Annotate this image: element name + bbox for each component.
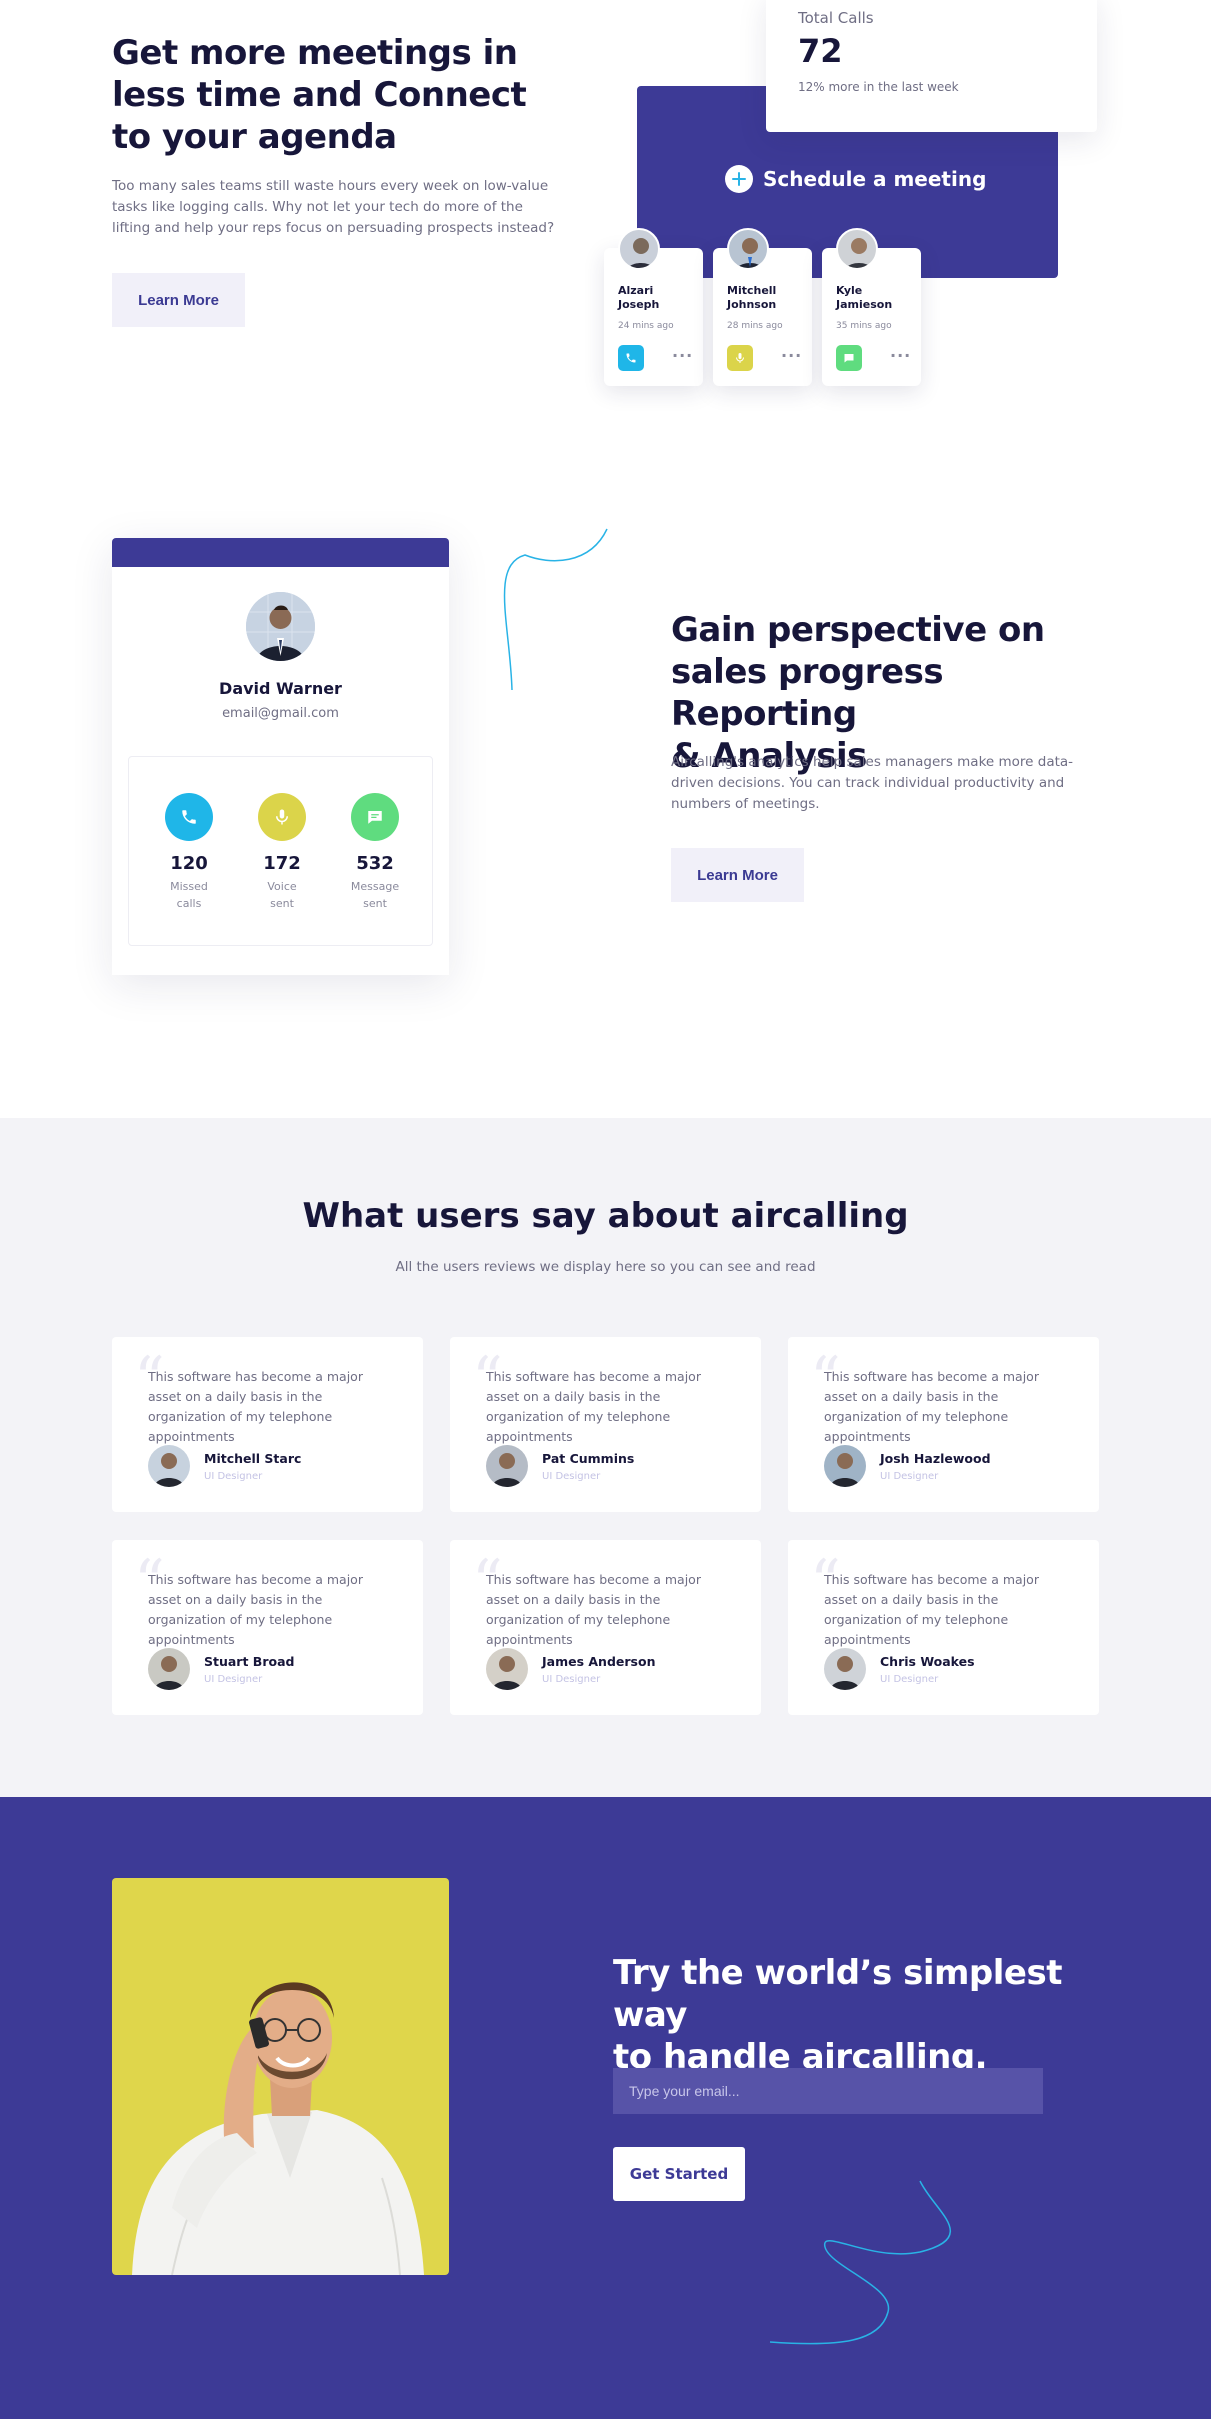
reviewer-role: UI Designer — [204, 1674, 263, 1685]
review-text: This software has become a major asset o… — [486, 1572, 701, 1647]
stat-label: Voice sent — [267, 880, 297, 910]
more-options-icon[interactable]: ··· — [672, 346, 693, 365]
call-time: 24 mins ago — [618, 321, 674, 331]
avatar — [824, 1445, 866, 1487]
message-icon — [351, 793, 399, 841]
reviewer-name: Josh Hazlewood — [880, 1451, 991, 1466]
reviewer-name: Pat Cummins — [542, 1451, 635, 1466]
stat-value: 532 — [356, 853, 394, 874]
message-action-button[interactable] — [836, 345, 862, 371]
call-card[interactable]: Kyle Jamieson 35 mins ago ··· — [822, 228, 921, 386]
decorative-curve — [769, 2180, 952, 2345]
reviews-subtitle: All the users reviews we display here so… — [395, 1259, 816, 1275]
reviewer-name: James Anderson — [542, 1654, 656, 1669]
get-started-button[interactable]: Get Started — [613, 2147, 745, 2201]
phone-icon — [165, 793, 213, 841]
avatar — [148, 1445, 190, 1487]
avatar — [246, 592, 315, 661]
stat-label: Missed calls — [170, 880, 208, 910]
profile-email: email@gmail.com — [222, 706, 339, 721]
total-calls-label: Total Calls — [798, 9, 874, 27]
hero-title: Get more meetings in less time and Conne… — [112, 33, 527, 157]
call-card[interactable]: Mitchell Johnson 28 mins ago ··· — [713, 228, 812, 386]
reviewer-role: UI Designer — [880, 1674, 939, 1685]
caller-name: Kyle Jamieson — [836, 284, 893, 311]
phone-icon — [626, 353, 636, 363]
reviewer-name: Chris Woakes — [880, 1654, 975, 1669]
mic-icon — [736, 353, 744, 363]
hero-description: Too many sales teams still waste hours e… — [112, 178, 555, 236]
review-text: This software has become a major asset o… — [148, 1572, 363, 1647]
total-calls-card: Total Calls 72 12% more in the last week — [766, 0, 1097, 132]
avatar — [618, 228, 660, 270]
avatar — [486, 1445, 528, 1487]
reviews-title: What users say about aircalling — [302, 1196, 909, 1236]
mic-action-button[interactable] — [727, 345, 753, 371]
avatar — [836, 228, 878, 270]
reviewer-role: UI Designer — [542, 1471, 601, 1482]
reviewer-role: UI Designer — [204, 1471, 263, 1482]
decorative-curve — [503, 528, 608, 691]
avatar — [148, 1648, 190, 1690]
cta-hero-image — [112, 1878, 449, 2275]
hero-learn-more-button[interactable]: Learn More — [112, 273, 245, 327]
cta-section: Try the world’s simplest way to handle a… — [0, 1797, 1211, 2419]
review-text: This software has become a major asset o… — [824, 1572, 1039, 1647]
review-card: “ This software has become a major asset… — [450, 1540, 761, 1715]
call-time: 35 mins ago — [836, 321, 892, 331]
analytics-description: Aircalling's analytics help sales manage… — [671, 754, 1074, 812]
review-card: “ This software has become a major asset… — [788, 1337, 1099, 1512]
reviewer-name: Mitchell Starc — [204, 1451, 302, 1466]
phone-action-button[interactable] — [618, 345, 644, 371]
email-input[interactable] — [613, 2068, 1043, 2114]
reviewer-role: UI Designer — [880, 1471, 939, 1482]
call-time: 28 mins ago — [727, 321, 783, 331]
message-icon — [844, 354, 854, 363]
schedule-meeting-label: Schedule a meeting — [763, 167, 987, 191]
stat-value: 172 — [263, 853, 301, 874]
cta-title: Try the world’s simplest way to handle a… — [613, 1953, 1062, 2077]
analytics-learn-more-button[interactable]: Learn More — [671, 848, 804, 902]
profile-card-header — [112, 538, 449, 567]
reviewer-role: UI Designer — [542, 1674, 601, 1685]
review-text: This software has become a major asset o… — [824, 1369, 1039, 1444]
more-options-icon[interactable]: ··· — [890, 346, 911, 365]
profile-stats: 120 Missed calls 172 Voice sent 532 Mess… — [128, 756, 433, 946]
avatar — [727, 228, 769, 270]
profile-name: David Warner — [219, 679, 342, 698]
total-calls-value: 72 — [798, 32, 843, 70]
mic-icon — [258, 793, 306, 841]
total-calls-note: 12% more in the last week — [798, 80, 959, 94]
more-options-icon[interactable]: ··· — [781, 346, 802, 365]
stat-message-sent: 532 Message sent — [351, 793, 399, 912]
review-text: This software has become a major asset o… — [148, 1369, 363, 1444]
stat-value: 120 — [170, 853, 208, 874]
review-card: “ This software has become a major asset… — [112, 1337, 423, 1512]
call-card[interactable]: Alzari Joseph 24 mins ago ··· — [604, 228, 703, 386]
review-text: This software has become a major asset o… — [486, 1369, 701, 1444]
review-card: “ This software has become a major asset… — [788, 1540, 1099, 1715]
profile-card: David Warner email@gmail.com 120 Missed … — [112, 538, 449, 975]
reviews-section: What users say about aircalling All the … — [0, 1118, 1211, 1797]
reviewer-name: Stuart Broad — [204, 1654, 295, 1669]
stat-voice-sent: 172 Voice sent — [258, 793, 306, 912]
caller-name: Mitchell Johnson — [727, 284, 777, 311]
plus-icon — [725, 165, 753, 193]
review-card: “ This software has become a major asset… — [450, 1337, 761, 1512]
stat-missed-calls: 120 Missed calls — [165, 793, 213, 912]
avatar — [486, 1648, 528, 1690]
avatar — [824, 1648, 866, 1690]
review-card: “ This software has become a major asset… — [112, 1540, 423, 1715]
stat-label: Message sent — [350, 880, 400, 910]
caller-name: Alzari Joseph — [618, 284, 660, 311]
